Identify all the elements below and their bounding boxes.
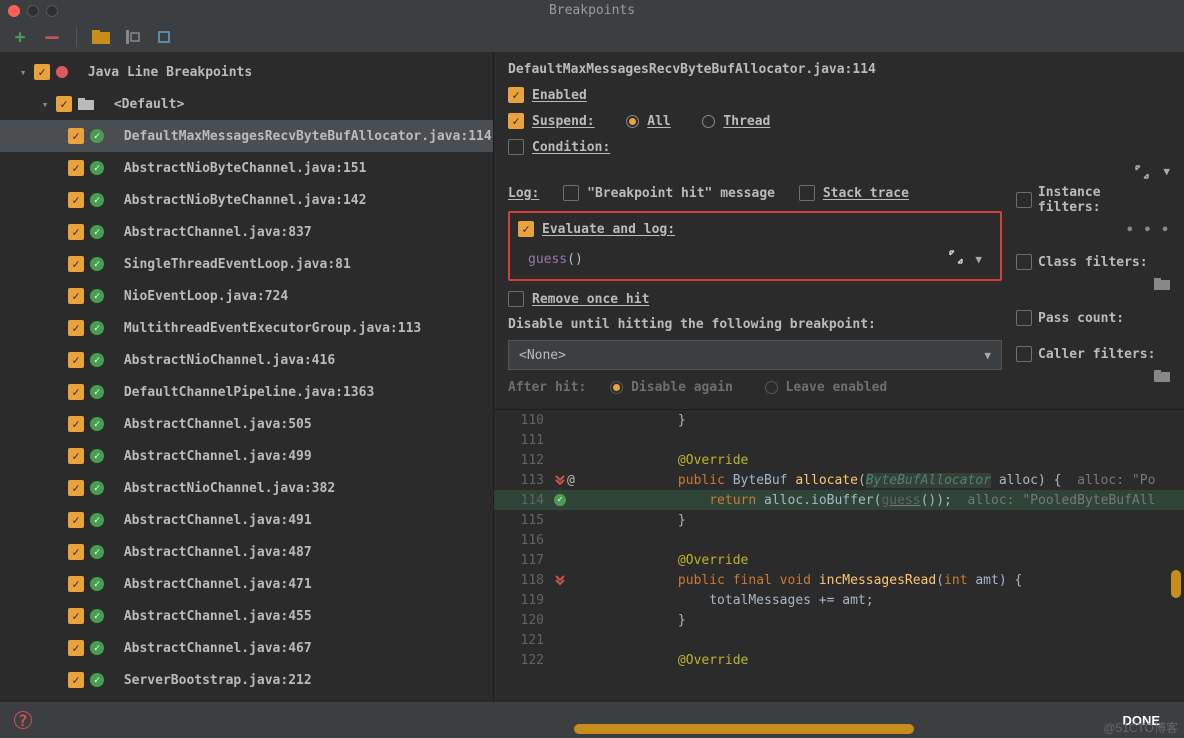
class-filters-browse-icon[interactable] [1154, 278, 1170, 294]
expand-icon[interactable] [949, 250, 963, 268]
class-filters-label: Class filters: [1038, 255, 1148, 270]
tree-row[interactable]: ✓✓ AbstractNioByteChannel.java:151 [0, 152, 493, 184]
instance-filters-more[interactable]: • • • [1126, 223, 1170, 238]
disable-until-label: Disable until hitting the following brea… [508, 317, 1002, 332]
watermark: @51CTO博客 [1103, 719, 1178, 736]
vertical-scrollbar[interactable] [1171, 570, 1181, 598]
separator [76, 27, 77, 47]
after-hit-leave-label: Leave enabled [786, 380, 888, 395]
code-line: 115 } [494, 510, 1184, 530]
caller-filters-checkbox[interactable] [1016, 346, 1032, 362]
breakpoint-header: DefaultMaxMessagesRecvByteBufAllocator.j… [508, 62, 1170, 77]
pass-count-label: Pass count: [1038, 311, 1124, 326]
suspend-checkbox[interactable]: ✓ [508, 113, 524, 129]
breakpoint-tree[interactable]: ▾✓ Java Line Breakpoints▾✓ <Default>✓✓ D… [0, 52, 494, 702]
evaluate-log-section: ✓ Evaluate and log: guess() ▼ [508, 211, 1002, 281]
tree-row[interactable]: ✓✓ AbstractChannel.java:471 [0, 568, 493, 600]
eval-expression-input[interactable]: guess() ▼ [518, 241, 992, 277]
class-filters-checkbox[interactable] [1016, 254, 1032, 270]
code-line: 120 } [494, 610, 1184, 630]
view-options-button[interactable] [155, 27, 175, 47]
code-line: 118 public final void incMessagesRead(in… [494, 570, 1184, 590]
chevron-down-icon[interactable]: ▼ [975, 253, 982, 266]
code-line: 113@ public ByteBuf allocate(ByteBufAllo… [494, 470, 1184, 490]
tree-row[interactable]: ✓✓ AbstractChannel.java:491 [0, 504, 493, 536]
pass-count-checkbox[interactable] [1016, 310, 1032, 326]
tree-row[interactable]: ✓✓ AbstractChannel.java:487 [0, 536, 493, 568]
group-by-package-button[interactable] [91, 27, 111, 47]
suspend-all-label: All [647, 114, 670, 129]
tree-row[interactable]: ✓✓ SingleThreadEventLoop.java:81 [0, 248, 493, 280]
code-line: 122 @Override [494, 650, 1184, 670]
suspend-all-radio[interactable] [626, 115, 639, 128]
code-line: 114✓ return alloc.ioBuffer(guess()); all… [494, 490, 1184, 510]
eval-label: Evaluate and log: [542, 222, 675, 237]
instance-filters-checkbox[interactable] [1016, 192, 1032, 208]
help-icon[interactable]: ? [14, 711, 32, 729]
log-msg-checkbox[interactable] [563, 185, 579, 201]
log-stack-label: Stack trace [823, 186, 909, 201]
tree-row[interactable]: ✓✓ AbstractChannel.java:467 [0, 632, 493, 664]
add-button[interactable]: + [10, 27, 30, 47]
tree-row[interactable]: ▾✓ Java Line Breakpoints [0, 56, 493, 88]
tree-row[interactable]: ✓✓ AbstractNioChannel.java:416 [0, 344, 493, 376]
tree-row[interactable]: ✓✓ AbstractChannel.java:837 [0, 216, 493, 248]
enabled-checkbox[interactable]: ✓ [508, 87, 524, 103]
expand-icon[interactable] [1135, 165, 1149, 179]
after-hit-label: After hit: [508, 380, 586, 395]
tree-row[interactable]: ✓✓ AbstractNioChannel.java:382 [0, 472, 493, 504]
suspend-label: Suspend: [532, 114, 595, 129]
log-msg-label: "Breakpoint hit" message [587, 186, 775, 201]
code-line: 116 [494, 530, 1184, 550]
horizontal-scrollbar[interactable] [574, 724, 914, 734]
titlebar: Breakpoints [0, 0, 1184, 22]
enabled-label: Enabled [532, 88, 587, 103]
chevron-down-icon[interactable]: ▼ [1163, 165, 1170, 179]
group-by-file-button[interactable] [123, 27, 143, 47]
tree-row[interactable]: ✓✓ AbstractChannel.java:505 [0, 408, 493, 440]
remove-once-checkbox[interactable] [508, 291, 524, 307]
after-hit-disable-label: Disable again [631, 380, 733, 395]
tree-row[interactable]: ▾✓ <Default> [0, 88, 493, 120]
remove-once-label: Remove once hit [532, 292, 649, 307]
tree-row[interactable]: ✓✓ MultithreadEventExecutorGroup.java:11… [0, 312, 493, 344]
code-line: 117 @Override [494, 550, 1184, 570]
instance-filters-label: Instance filters: [1038, 185, 1170, 215]
code-line: 121 [494, 630, 1184, 650]
zoom-icon[interactable] [46, 5, 58, 17]
code-line: 110 } [494, 410, 1184, 430]
caller-filters-label: Caller filters: [1038, 347, 1155, 362]
tree-row[interactable]: ✓✓ NioEventLoop.java:724 [0, 280, 493, 312]
tree-row[interactable]: ✓✓ AbstractNioByteChannel.java:142 [0, 184, 493, 216]
code-preview[interactable]: 110 }111112 @Override113@ public ByteBuf… [494, 409, 1184, 702]
remove-button[interactable]: – [42, 27, 62, 47]
suspend-thread-label: Thread [723, 114, 770, 129]
after-hit-disable-radio [610, 381, 623, 394]
caller-filters-browse-icon[interactable] [1154, 370, 1170, 386]
tree-row[interactable]: ✓✓ AbstractChannel.java:499 [0, 440, 493, 472]
tree-row[interactable]: ✓✓ AbstractChannel.java:455 [0, 600, 493, 632]
after-hit-leave-radio [765, 381, 778, 394]
window-controls [8, 5, 58, 17]
disable-until-select[interactable]: <None> ▼ [508, 340, 1002, 370]
tree-row[interactable]: ✓✓ ServerBootstrap.java:212 [0, 664, 493, 696]
code-line: 119 totalMessages += amt; [494, 590, 1184, 610]
suspend-thread-radio[interactable] [702, 115, 715, 128]
minimize-icon[interactable] [27, 5, 39, 17]
toolbar: + – [0, 22, 1184, 52]
breakpoint-detail: DefaultMaxMessagesRecvByteBufAllocator.j… [494, 52, 1184, 702]
code-line: 111 [494, 430, 1184, 450]
tree-row[interactable]: ✓✓ DefaultChannelPipeline.java:1363 [0, 376, 493, 408]
condition-label: Condition: [532, 140, 610, 155]
title-text: Breakpoints [549, 3, 635, 18]
condition-checkbox[interactable] [508, 139, 524, 155]
close-icon[interactable] [8, 5, 20, 17]
eval-checkbox[interactable]: ✓ [518, 221, 534, 237]
log-stack-checkbox[interactable] [799, 185, 815, 201]
log-label: Log: [508, 186, 539, 201]
tree-row[interactable]: ✓✓ DefaultMaxMessagesRecvByteBufAllocato… [0, 120, 493, 152]
code-line: 112 @Override [494, 450, 1184, 470]
